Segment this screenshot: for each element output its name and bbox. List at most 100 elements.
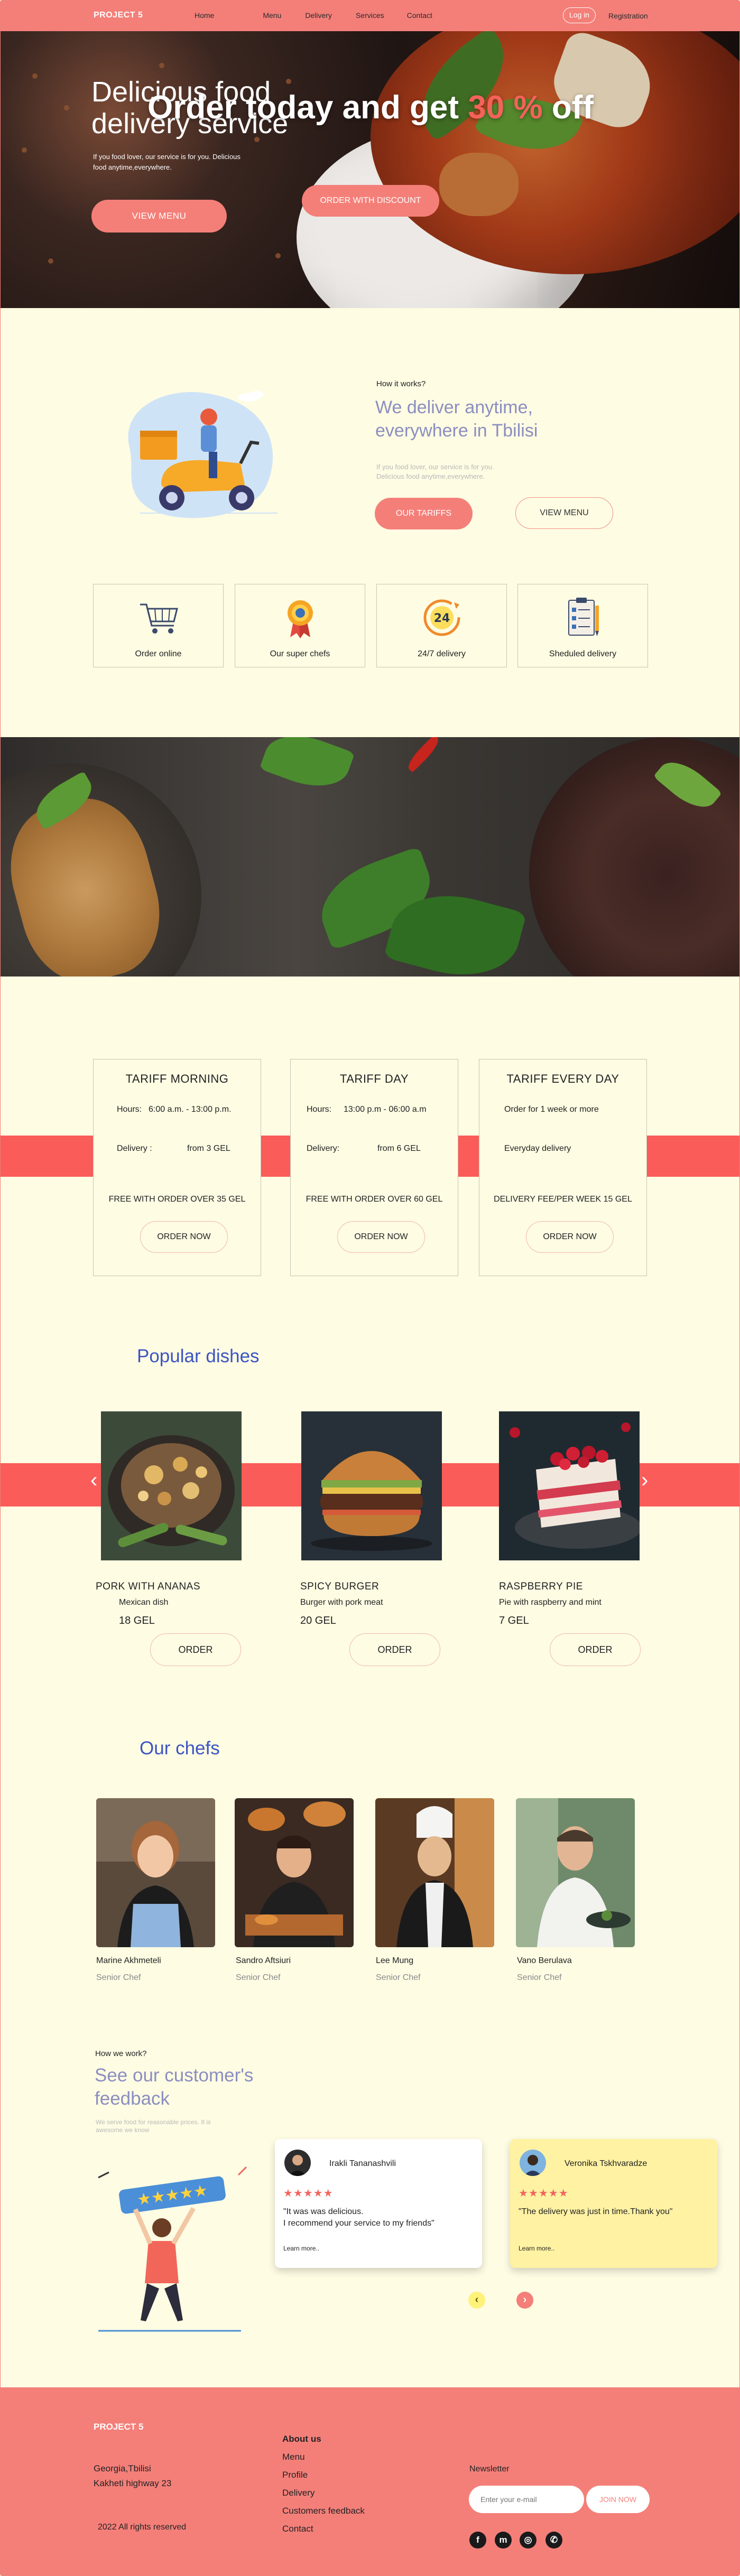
order-now-button[interactable]: ORDER NOW bbox=[337, 1221, 425, 1253]
copyright: 2022 All rights reserved bbox=[98, 2523, 187, 2532]
join-now-button[interactable]: JOIN NOW bbox=[586, 2486, 650, 2513]
review-quote: "It was was delicious. I recommend your … bbox=[283, 2207, 434, 2228]
feature-super-chefs: Our super chefs bbox=[235, 584, 365, 667]
nav-contact[interactable]: Contact bbox=[407, 11, 432, 20]
dish-price: 18 GEL bbox=[119, 1615, 155, 1626]
chef-photo[interactable] bbox=[375, 1798, 494, 1947]
nav-services[interactable]: Services bbox=[356, 11, 384, 20]
facebook-icon[interactable]: f bbox=[469, 2532, 486, 2549]
reviewer-name: Irakli Tananashvili bbox=[329, 2159, 396, 2168]
chef-role: Senior Chef bbox=[236, 1973, 281, 1982]
nav-delivery[interactable]: Delivery bbox=[305, 11, 332, 20]
dish-name: RASPBERRY PIE bbox=[499, 1581, 583, 1592]
brand-logo[interactable]: PROJECT 5 bbox=[94, 11, 143, 20]
footer-link-contact[interactable]: Contact bbox=[282, 2520, 365, 2538]
how-subtitle: If you food lover, our service is for yo… bbox=[376, 463, 494, 480]
nav-home[interactable]: Home bbox=[195, 11, 214, 20]
login-button[interactable]: Log in bbox=[563, 7, 596, 23]
chef-photo[interactable] bbox=[516, 1798, 635, 1947]
discount-banner bbox=[1, 737, 739, 977]
reviewer-photo bbox=[284, 2150, 311, 2176]
tariff-title: TARIFF MORNING bbox=[125, 1072, 229, 1085]
award-medal-icon bbox=[288, 600, 313, 638]
chef-portrait bbox=[375, 1798, 494, 1947]
newsletter-email-input[interactable] bbox=[469, 2486, 584, 2513]
order-dish-button[interactable]: ORDER bbox=[349, 1633, 440, 1666]
dish-image-burger[interactable] bbox=[301, 1411, 442, 1560]
footer-link-delivery[interactable]: Delivery bbox=[282, 2484, 365, 2502]
order-now-button[interactable]: ORDER NOW bbox=[140, 1221, 228, 1253]
address-line: Kakheti highway 23 bbox=[94, 2478, 172, 2488]
how-title: We deliver anytime, everywhere in Tbilis… bbox=[375, 397, 538, 441]
instagram-icon[interactable]: ◎ bbox=[520, 2532, 536, 2549]
dish-name: SPICY BURGER bbox=[300, 1581, 380, 1592]
messenger-icon[interactable]: m bbox=[495, 2532, 512, 2549]
learn-more-link[interactable]: Learn more.. bbox=[519, 2245, 554, 2252]
feature-label: Our super chefs bbox=[270, 649, 330, 658]
footer-link-about[interactable]: About us bbox=[282, 2430, 365, 2448]
chef-portrait bbox=[96, 1798, 215, 1947]
hero-spice bbox=[22, 147, 27, 153]
tariff-card-morning: TARIFF MORNING Hours: 6:00 a.m. - 13:00 … bbox=[93, 1059, 261, 1276]
chef-role: Senior Chef bbox=[517, 1973, 562, 1982]
reviewer-avatar bbox=[284, 2150, 311, 2176]
our-tariffs-button[interactable]: OUR TARIFFS bbox=[375, 498, 473, 529]
feedback-next-button[interactable]: › bbox=[516, 2292, 533, 2309]
dish-description: Pie with raspberry and mint bbox=[499, 1598, 602, 1607]
review-card[interactable]: Irakli Tananashvili ★★★★★ "It was was de… bbox=[275, 2139, 482, 2268]
main-menu: Home Menu Delivery Services Contact bbox=[195, 11, 432, 20]
review-quote: "The delivery was just in time.Thank you… bbox=[519, 2207, 673, 2216]
tariff-hours-value: 13:00 p.m - 06:00 a.m bbox=[344, 1105, 427, 1114]
tariff-delivery-value: from 3 GEL bbox=[187, 1144, 230, 1153]
order-with-discount-button[interactable]: ORDER WITH DISCOUNT bbox=[302, 185, 439, 217]
dish-photo bbox=[499, 1411, 640, 1560]
tariff-footnote: FREE WITH ORDER OVER 60 GEL bbox=[306, 1195, 443, 1204]
feature-scheduled-delivery: Sheduled delivery bbox=[517, 584, 648, 667]
banner-plate-right bbox=[529, 737, 739, 977]
order-now-button[interactable]: ORDER NOW bbox=[526, 1221, 614, 1253]
feature-label: 24/7 delivery bbox=[418, 649, 466, 658]
reviewer-photo bbox=[520, 2150, 546, 2176]
page: PROJECT 5 Home Menu Delivery Services Co… bbox=[0, 0, 740, 2576]
dish-image-pork[interactable] bbox=[101, 1411, 242, 1560]
carousel-next-arrow[interactable]: › bbox=[641, 1468, 648, 1492]
order-dish-button[interactable]: ORDER bbox=[550, 1633, 641, 1666]
footer-link-menu[interactable]: Menu bbox=[282, 2448, 365, 2466]
discount-percent: 30 % bbox=[468, 89, 543, 126]
shopping-cart-icon bbox=[140, 603, 178, 634]
learn-more-link[interactable]: Learn more.. bbox=[283, 2245, 319, 2252]
review-stars: ★★★★★ bbox=[519, 2188, 569, 2199]
tariff-card-every-day: TARIFF EVERY DAY Order for 1 week or mor… bbox=[479, 1059, 647, 1276]
banner-title: Order today and get 30 % off bbox=[1, 89, 739, 126]
svg-text:24: 24 bbox=[434, 612, 450, 625]
tariff-delivery-label: Everyday delivery bbox=[504, 1144, 571, 1153]
chef-name: Marine Akhmeteli bbox=[96, 1956, 161, 1965]
chef-photo[interactable] bbox=[96, 1798, 215, 1947]
footer-link-profile[interactable]: Profile bbox=[282, 2466, 365, 2484]
feature-24-7-delivery: 24 24/7 delivery bbox=[376, 584, 507, 667]
feature-order-online: Order online bbox=[93, 584, 224, 667]
nav-menu[interactable]: Menu bbox=[263, 11, 281, 20]
feedback-prev-button[interactable]: ‹ bbox=[468, 2292, 485, 2309]
carousel-prev-arrow[interactable]: ‹ bbox=[90, 1468, 97, 1492]
view-menu-button[interactable]: VIEW MENU bbox=[91, 200, 227, 233]
reviewer-avatar bbox=[520, 2150, 546, 2176]
dish-photo bbox=[301, 1411, 442, 1560]
review-card[interactable]: Veronika Tskhvaradze ★★★★★ "The delivery… bbox=[510, 2139, 717, 2268]
dish-image-raspberry-pie[interactable] bbox=[499, 1411, 640, 1560]
order-dish-button[interactable]: ORDER bbox=[150, 1633, 241, 1666]
chef-name: Vano Berulava bbox=[517, 1956, 572, 1965]
registration-link[interactable]: Registration bbox=[608, 12, 648, 20]
whatsapp-icon[interactable]: ✆ bbox=[545, 2532, 562, 2549]
dish-photo bbox=[101, 1411, 242, 1560]
dish-description: Mexican dish bbox=[119, 1598, 169, 1607]
hero-spice bbox=[32, 73, 38, 79]
view-menu-secondary-button[interactable]: VIEW MENU bbox=[515, 497, 613, 529]
footer-link-feedback[interactable]: Customers feedback bbox=[282, 2502, 365, 2520]
banner-herb bbox=[259, 737, 355, 798]
tariff-title: TARIFF EVERY DAY bbox=[506, 1072, 619, 1085]
hero-subtitle: If you food lover, our service is for yo… bbox=[93, 153, 240, 171]
hero-spice bbox=[275, 253, 281, 258]
chef-photo[interactable] bbox=[235, 1798, 354, 1947]
footer-brand[interactable]: PROJECT 5 bbox=[94, 2422, 143, 2432]
